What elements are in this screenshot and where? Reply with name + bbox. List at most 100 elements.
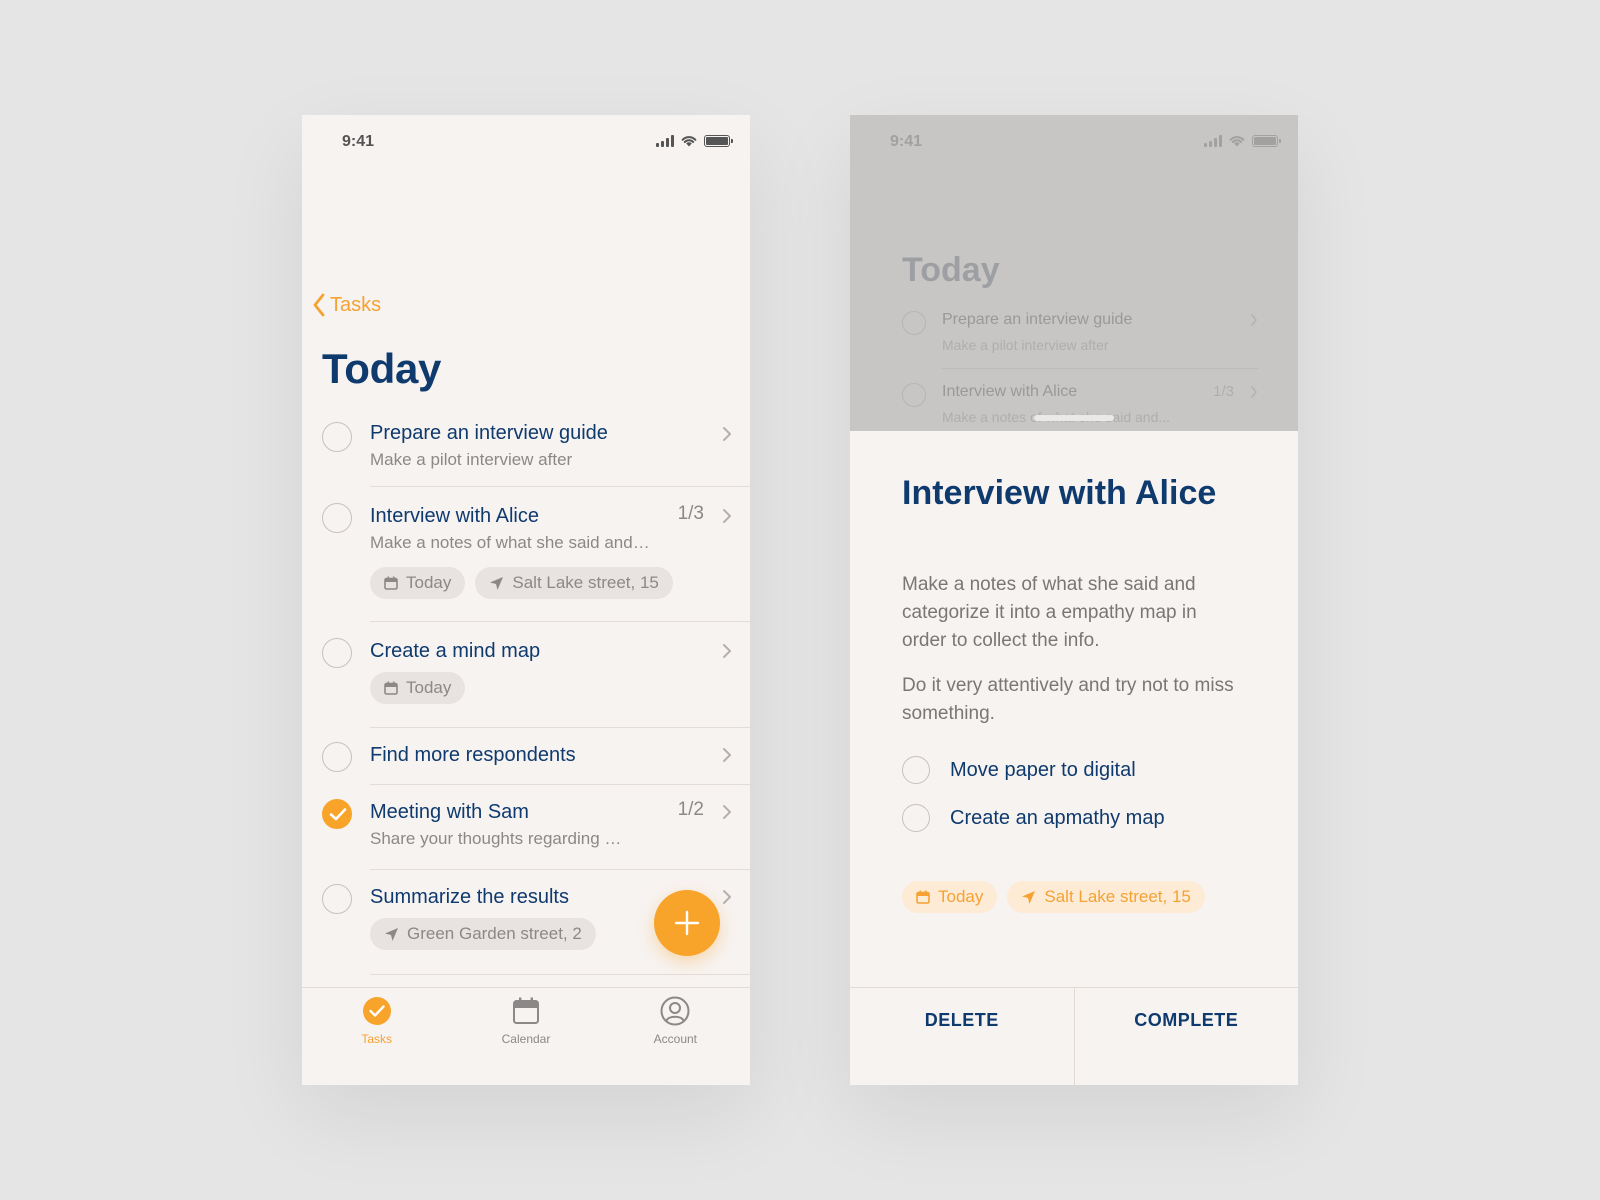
task-checkbox-checked[interactable]	[322, 799, 352, 829]
chevron-right-icon	[723, 427, 731, 441]
tab-bar: Tasks Calendar Account	[302, 987, 750, 1085]
background-overlay[interactable]: 9:41 Today Prepare an interview guide Ma…	[850, 115, 1298, 431]
subtask-item[interactable]: Move paper to digital	[902, 756, 1136, 784]
subtask-label: Move paper to digital	[950, 758, 1136, 781]
wifi-icon	[681, 136, 697, 147]
task-title: Interview with Alice	[370, 505, 539, 527]
location-chip[interactable]: Salt Lake street, 15	[1007, 881, 1205, 913]
task-item[interactable]: Interview with Alice 1/3 Make a notes of…	[302, 487, 750, 622]
subtask-checkbox[interactable]	[902, 756, 930, 784]
back-label: Tasks	[330, 293, 382, 316]
back-button[interactable]: Tasks	[312, 293, 381, 317]
task-subtitle: Make a pilot interview after	[370, 450, 573, 469]
location-chip-label: Green Garden street, 2	[407, 924, 582, 943]
task-note: Do it very attentively and try not to mi…	[902, 675, 1234, 724]
subtask-item[interactable]: Create an apmathy map	[902, 804, 1165, 832]
background-title: Today	[902, 251, 1000, 289]
subtask-checkbox[interactable]	[902, 804, 930, 832]
tab-tasks[interactable]: Tasks	[302, 988, 451, 1085]
task-checkbox[interactable]	[322, 742, 352, 772]
location-arrow-icon	[490, 576, 504, 590]
chevron-right-icon	[723, 748, 731, 762]
date-chip[interactable]: Today	[902, 881, 998, 913]
battery-icon	[1252, 134, 1281, 147]
page-title: Today	[322, 345, 442, 392]
task-subtitle: Make a pilot interview after	[942, 337, 1109, 353]
signal-icon	[656, 134, 674, 147]
task-chips: Today	[370, 672, 730, 704]
task-item[interactable]: Create a mind map Today	[302, 622, 750, 728]
subtask-count: 1/2	[677, 799, 704, 820]
chevron-right-icon	[723, 509, 731, 523]
status-time: 9:41	[342, 133, 375, 150]
task-checkbox[interactable]	[322, 884, 352, 914]
date-chip: Today	[370, 672, 466, 704]
task-title: Prepare an interview guide	[942, 311, 1133, 328]
chevron-right-icon	[723, 805, 731, 819]
task-list-screen: 9:41 Tasks Today Prepare an interview gu…	[302, 115, 750, 1085]
chevron-right-icon	[723, 890, 731, 904]
status-bar: 9:41	[850, 115, 1298, 167]
status-icons	[656, 134, 733, 147]
user-circle-icon	[660, 996, 690, 1026]
task-checkbox[interactable]	[322, 638, 352, 668]
date-chip-label: Today	[938, 887, 984, 906]
date-chip-label: Today	[406, 573, 452, 592]
task-title: Create a mind map	[370, 640, 541, 662]
location-arrow-icon	[385, 927, 398, 941]
task-title: Interview with Alice	[942, 383, 1078, 400]
tab-account[interactable]: Account	[601, 988, 750, 1085]
task-subtitle: Make a notes of what she said and…	[370, 533, 650, 552]
tab-label: Tasks	[361, 1032, 392, 1046]
subtask-count: 1/3	[1213, 383, 1234, 400]
subtask-label: Create an apmathy map	[950, 806, 1165, 829]
task-chips: Today Salt Lake street, 15	[902, 881, 1205, 913]
plus-icon	[674, 910, 700, 936]
check-circle-icon	[362, 997, 391, 1025]
location-chip: Salt Lake street, 15	[475, 567, 673, 599]
sheet-title: Interview with Alice	[902, 474, 1217, 512]
tab-label: Calendar	[501, 1032, 551, 1046]
task-detail-sheet: Interview with Alice Make a notes of wha…	[850, 431, 1298, 1085]
task-checkbox[interactable]	[322, 503, 352, 533]
signal-icon	[1204, 134, 1222, 147]
tab-calendar[interactable]: Calendar	[451, 988, 600, 1085]
task-item[interactable]: Meeting with Sam 1/2 Share your thoughts…	[302, 785, 750, 870]
battery-icon	[704, 134, 733, 147]
task-title: Prepare an interview guide	[370, 422, 608, 444]
sheet-actions: DELETE COMPLETE	[850, 987, 1298, 1085]
delete-button[interactable]: DELETE	[850, 988, 1074, 1085]
wifi-icon	[1229, 136, 1245, 147]
calendar-icon	[512, 997, 539, 1024]
subtask-count: 1/3	[677, 503, 704, 524]
location-chip: Green Garden street, 2	[370, 918, 596, 950]
date-chip-label: Today	[406, 678, 452, 697]
task-title: Find more respondents	[370, 744, 576, 766]
task-checkbox	[902, 383, 926, 407]
chevron-left-icon	[313, 293, 325, 317]
task-subtitle: Share your thoughts regarding …	[370, 829, 622, 848]
status-bar: 9:41	[302, 115, 750, 167]
calendar-icon	[916, 890, 930, 904]
location-chip-label: Salt Lake street, 15	[512, 573, 659, 592]
status-icons	[1204, 134, 1281, 147]
add-task-button[interactable]	[654, 890, 720, 956]
complete-button[interactable]: COMPLETE	[1073, 988, 1299, 1085]
task-title: Meeting with Sam	[370, 801, 529, 823]
location-chip-label: Salt Lake street, 15	[1044, 887, 1191, 906]
calendar-icon	[384, 681, 398, 695]
task-checkbox[interactable]	[322, 422, 352, 452]
task-description: Make a notes of what she said and catego…	[902, 574, 1197, 651]
task-checkbox	[902, 311, 926, 335]
task-chips: Today Salt Lake street, 15	[370, 567, 730, 599]
chevron-right-icon	[1251, 386, 1258, 398]
checkmark-icon	[329, 808, 347, 821]
task-detail-screen: 9:41 Today Prepare an interview guide Ma…	[850, 115, 1298, 1085]
tab-label: Account	[653, 1032, 697, 1046]
status-time: 9:41	[890, 133, 923, 150]
sheet-drag-handle[interactable]	[1034, 415, 1114, 421]
task-item[interactable]: Prepare an interview guide Make a pilot …	[302, 410, 750, 487]
location-arrow-icon	[1022, 890, 1036, 904]
task-item[interactable]: Find more respondents	[302, 728, 750, 785]
date-chip: Today	[370, 567, 466, 599]
